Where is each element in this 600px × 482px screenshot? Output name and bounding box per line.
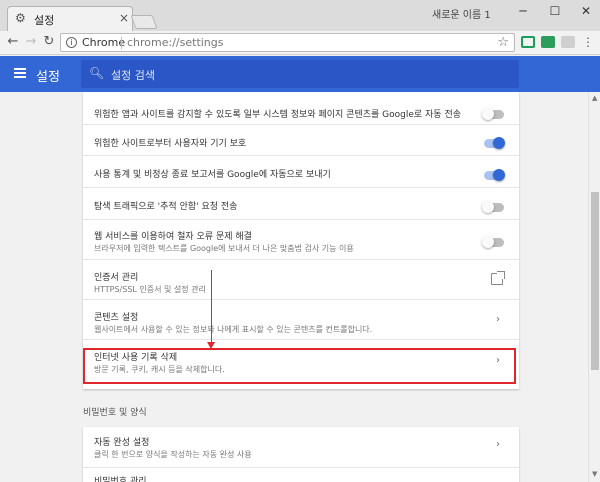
setting-title: 비밀번호 관리 (94, 477, 147, 482)
chevron-right-icon: › (496, 439, 500, 450)
profile-name[interactable]: 새로운 이름 1 (432, 6, 491, 21)
extension-icon[interactable] (561, 36, 575, 48)
url-text[interactable]: chrome://settings (127, 36, 224, 49)
setting-row-content-settings[interactable]: 콘텐츠 설정 웹사이트에서 사용할 수 있는 정보와 나에게 표시할 수 있는 … (83, 299, 519, 339)
close-window-button[interactable]: ✕ (571, 3, 600, 19)
browser-tab-settings[interactable]: ⚙ 설정 × (7, 6, 133, 31)
address-divider (121, 37, 122, 49)
address-bar[interactable]: i Chrome chrome://settings ☆ (60, 33, 515, 52)
setting-description: 웹사이트에서 사용할 수 있는 정보와 나에게 표시할 수 있는 콘텐츠를 컨트… (94, 325, 373, 334)
site-info-icon[interactable]: i (66, 37, 77, 48)
annotation-highlight-box (83, 348, 516, 384)
passwords-card: 자동 완성 설정 클릭 한 번으로 양식을 작성하는 자동 완성 사용 › 비밀… (83, 427, 519, 482)
setting-row-autofill[interactable]: 자동 완성 설정 클릭 한 번으로 양식을 작성하는 자동 완성 사용 › (83, 427, 519, 467)
extension-icon[interactable] (521, 36, 535, 48)
forward-button[interactable]: → (23, 34, 39, 50)
setting-title: 위험한 앱과 사이트를 감지할 수 있도록 일부 시스템 정보와 페이지 콘텐츠… (94, 110, 462, 120)
section-heading-passwords: 비밀번호 및 양식 (83, 408, 147, 418)
settings-search-input[interactable]: 🔍︎ 설정 검색 (81, 60, 519, 88)
setting-title: 자동 완성 설정 (94, 438, 150, 448)
scroll-up-arrow-icon[interactable]: ▲ (592, 94, 597, 102)
setting-row-usage-stats[interactable]: 사용 통계 및 비정상 종료 보고서를 Google에 자동으로 보내기 (83, 155, 519, 187)
reload-button[interactable]: ↻ (41, 34, 57, 50)
setting-row-do-not-track[interactable]: 탐색 트래픽으로 '추적 안함' 요청 전송 (83, 187, 519, 219)
setting-description: HTTPS/SSL 인증서 및 설정 관리 (94, 285, 206, 294)
setting-description: 브라우저에 입력한 텍스트를 Google에 보내서 더 나은 맞춤법 검사 기… (94, 244, 354, 253)
setting-title: 웹 서비스를 이용하여 철자 오류 문제 해결 (94, 232, 252, 242)
title-bar: ⚙ 설정 × 새로운 이름 1 ─ ☐ ✕ (0, 0, 600, 31)
browser-toolbar: ← → ↻ i Chrome chrome://settings ☆ ⋮ (0, 31, 600, 55)
setting-title: 인증서 관리 (94, 273, 139, 283)
minimize-button[interactable]: ─ (508, 3, 538, 19)
toggle-switch[interactable] (482, 108, 504, 120)
privacy-card: 위험한 앱과 사이트를 감지할 수 있도록 일부 시스템 정보와 페이지 콘텐츠… (83, 92, 519, 389)
setting-description: 클릭 한 번으로 양식을 작성하는 자동 완성 사용 (94, 450, 252, 459)
setting-title: 콘텐츠 설정 (94, 313, 139, 323)
toggle-switch[interactable] (482, 201, 504, 213)
new-tab-button[interactable] (130, 15, 158, 29)
extension-icon[interactable] (541, 36, 555, 48)
toggle-switch[interactable] (484, 169, 505, 181)
toggle-switch[interactable] (482, 236, 504, 248)
scroll-down-arrow-icon[interactable]: ▼ (592, 470, 597, 478)
setting-row-safe-browsing[interactable]: 위험한 사이트로부터 사용자와 기기 보호 (83, 124, 519, 155)
tab-title: 설정 (34, 14, 55, 27)
menu-icon[interactable]: ⋮ (580, 34, 596, 50)
setting-title: 탐색 트래픽으로 '추적 안함' 요청 전송 (94, 202, 238, 212)
scroll-thumb[interactable] (591, 192, 599, 370)
annotation-arrow (211, 270, 212, 342)
settings-header: 설정 🔍︎ 설정 검색 (0, 56, 600, 92)
tab-close-icon[interactable]: × (119, 11, 129, 25)
setting-title: 사용 통계 및 비정상 종료 보고서를 Google에 자동으로 보내기 (94, 170, 331, 180)
chevron-right-icon: › (496, 314, 500, 325)
toggle-switch[interactable] (484, 137, 505, 149)
setting-title: 위험한 사이트로부터 사용자와 기기 보호 (94, 139, 247, 149)
vertical-scrollbar[interactable]: ▲ ▼ (588, 92, 600, 482)
setting-row-safe-browsing-report[interactable]: 위험한 앱과 사이트를 감지할 수 있도록 일부 시스템 정보와 페이지 콘텐츠… (83, 92, 519, 124)
setting-row-spellcheck[interactable]: 웹 서비스를 이용하여 철자 오류 문제 해결 브라우저에 입력한 텍스트를 G… (83, 219, 519, 259)
setting-row-manage-passwords[interactable]: 비밀번호 관리 (83, 467, 519, 482)
maximize-button[interactable]: ☐ (540, 3, 570, 19)
site-label: Chrome (82, 36, 126, 49)
search-icon: 🔍︎ (89, 66, 105, 80)
bookmark-star-icon[interactable]: ☆ (497, 35, 509, 50)
gear-icon: ⚙ (15, 11, 26, 25)
setting-row-manage-certificates[interactable]: 인증서 관리 HTTPS/SSL 인증서 및 설정 관리 (83, 259, 519, 299)
hamburger-menu-icon[interactable] (14, 68, 26, 78)
back-button[interactable]: ← (5, 34, 21, 50)
page-title: 설정 (36, 70, 60, 85)
settings-content: 위험한 앱과 사이트를 감지할 수 있도록 일부 시스템 정보와 페이지 콘텐츠… (0, 92, 588, 482)
search-placeholder: 설정 검색 (111, 69, 155, 82)
open-in-new-icon[interactable] (491, 271, 505, 285)
